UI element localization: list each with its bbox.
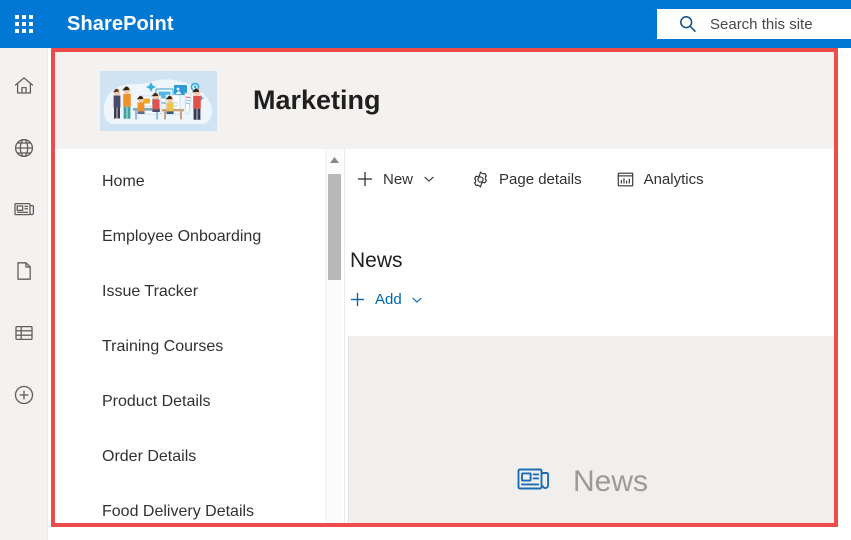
news-add-button[interactable]: Add: [349, 291, 423, 308]
nav-item-label: Product Details: [102, 392, 211, 410]
analytics-button[interactable]: Analytics: [606, 159, 714, 199]
rail-item-create[interactable]: [0, 375, 48, 415]
new-button-label: New: [383, 170, 414, 188]
analytics-label: Analytics: [643, 170, 704, 188]
app-rail: [0, 48, 48, 540]
site-content-frame: Marketing Home Employee Onboarding Issue…: [55, 52, 834, 523]
nav-item-label: Home: [102, 172, 145, 190]
site-header: Marketing: [55, 52, 834, 149]
rail-item-lists[interactable]: [0, 313, 48, 353]
nav-item-food-delivery-details[interactable]: Food Delivery Details: [55, 484, 325, 523]
news-add-label: Add: [375, 291, 402, 308]
nav-item-label: Training Courses: [102, 337, 224, 355]
nav-item-home[interactable]: Home: [55, 154, 325, 209]
news-webpart-placeholder: News: [515, 460, 648, 503]
search-input[interactable]: [710, 15, 851, 33]
plus-icon: [356, 170, 374, 188]
plus-icon: [349, 291, 366, 308]
nav-item-label: Food Delivery Details: [102, 502, 255, 520]
marketing-team-illustration: [100, 70, 217, 131]
plus-circle-icon: [12, 383, 36, 407]
page-icon: [12, 259, 36, 283]
chevron-down-icon[interactable]: [411, 294, 423, 306]
site-title: Marketing: [253, 85, 381, 115]
page-body: Home Employee Onboarding Issue Tracker T…: [55, 149, 834, 523]
news-placeholder-label: News: [573, 464, 649, 498]
nav-item-label: Order Details: [102, 447, 197, 465]
nav-item-label: Employee Onboarding: [102, 227, 262, 245]
nav-scrollbar[interactable]: [325, 149, 342, 523]
app-launcher-button[interactable]: [0, 0, 48, 48]
home-icon: [12, 74, 36, 98]
rail-item-files[interactable]: [0, 251, 48, 291]
sharepoint-page: SharePoint Search this site Marketing Ho…: [0, 0, 851, 540]
search-box[interactable]: [657, 9, 851, 39]
chevron-down-icon[interactable]: [423, 173, 435, 185]
main-region: New Page details Analytics News Add News: [346, 149, 834, 523]
analytics-chart-icon: [616, 170, 635, 189]
rail-item-home[interactable]: [0, 66, 48, 106]
nav-item-issue-tracker[interactable]: Issue Tracker: [55, 264, 325, 319]
nav-list: Home Employee Onboarding Issue Tracker T…: [55, 154, 325, 523]
command-bar: New Page details Analytics: [346, 155, 834, 203]
chevron-up-icon[interactable]: [326, 151, 343, 168]
suite-header: SharePoint: [0, 0, 851, 48]
page-details-label: Page details: [499, 170, 582, 188]
globe-icon: [12, 136, 36, 160]
search-icon: [678, 14, 698, 34]
nav-item-employee-onboarding[interactable]: Employee Onboarding: [55, 209, 325, 264]
news-webpart-panel[interactable]: News: [348, 336, 834, 523]
nav-item-order-details[interactable]: Order Details: [55, 429, 325, 484]
page-details-button[interactable]: Page details: [461, 159, 592, 199]
rail-item-my-sites[interactable]: [0, 128, 48, 168]
rail-item-news[interactable]: [0, 189, 48, 229]
new-button[interactable]: New: [346, 159, 445, 199]
nav-item-training-courses[interactable]: Training Courses: [55, 319, 325, 374]
news-webpart-icon: [515, 460, 553, 503]
nav-item-product-details[interactable]: Product Details: [55, 374, 325, 429]
nav-scrollbar-thumb[interactable]: [328, 174, 341, 280]
suite-brand-label[interactable]: SharePoint: [67, 13, 174, 36]
site-navigation: Home Employee Onboarding Issue Tracker T…: [55, 149, 345, 523]
news-icon: [12, 197, 36, 221]
nav-item-label: Issue Tracker: [102, 282, 199, 300]
list-icon: [12, 321, 36, 345]
waffle-grid-icon: [15, 15, 33, 33]
news-section-heading: News: [350, 249, 403, 272]
gear-icon: [471, 170, 490, 189]
